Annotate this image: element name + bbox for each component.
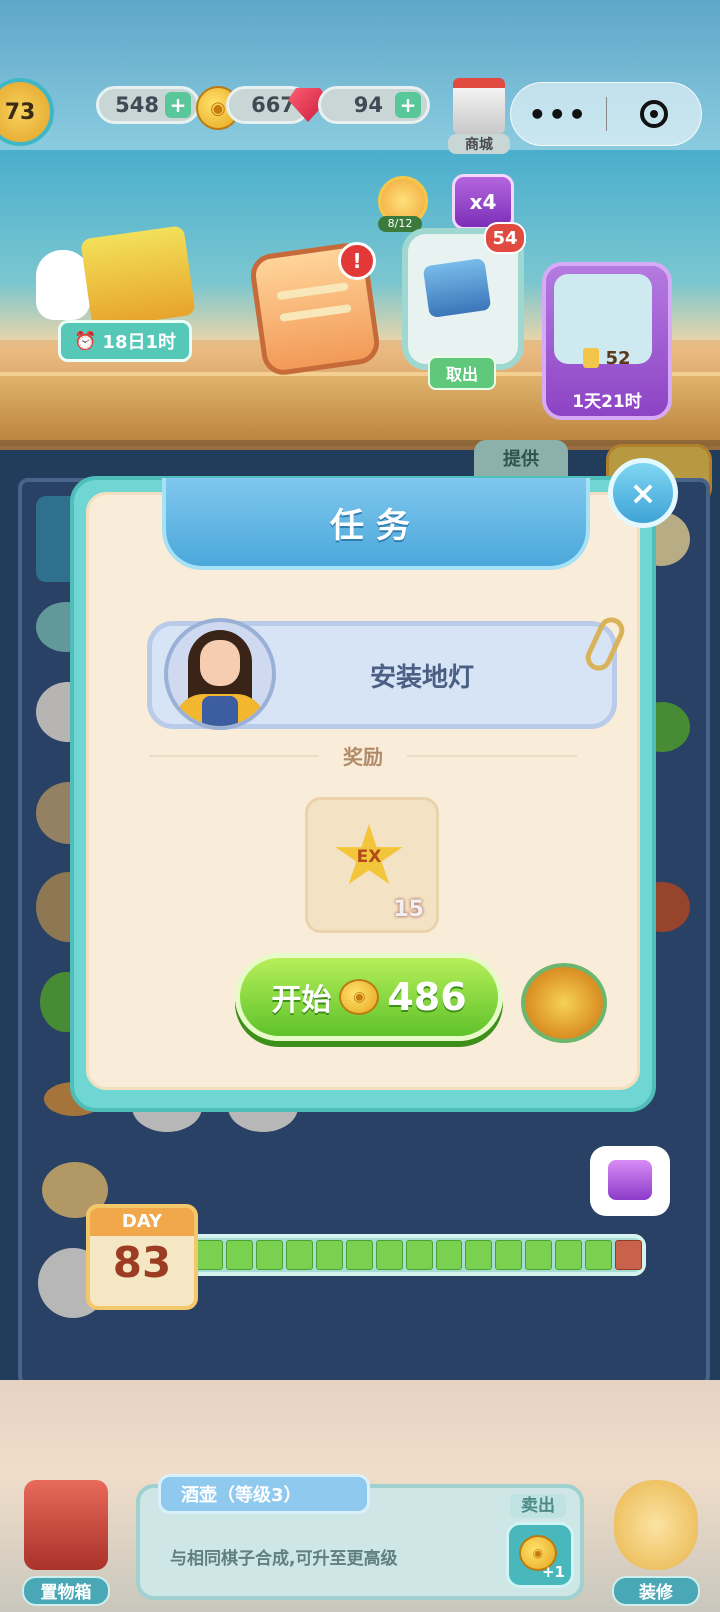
progress-segment bbox=[555, 1240, 583, 1270]
clipboard-line bbox=[276, 282, 349, 301]
progress-segment bbox=[585, 1240, 613, 1270]
clock-icon: ⏰ bbox=[74, 330, 97, 352]
gift-chest-icon bbox=[608, 1160, 652, 1200]
storage-label: 置物箱 bbox=[22, 1576, 110, 1606]
gift-timer[interactable]: ⏰ 18日1时 bbox=[58, 320, 192, 362]
shop-button[interactable]: 商城 bbox=[448, 78, 510, 154]
reward-item: EX 15 bbox=[305, 797, 439, 933]
player-level: 73 bbox=[4, 99, 36, 125]
progress-segment bbox=[495, 1240, 523, 1270]
start-button[interactable]: 开始 ◉ 486 bbox=[235, 953, 503, 1041]
character-avatar bbox=[164, 618, 276, 730]
exp-star-icon: EX bbox=[335, 824, 403, 885]
day-number: 83 bbox=[112, 1238, 172, 1287]
modal-title-banner: 任务 bbox=[162, 478, 590, 570]
day-calendar: DAY 83 bbox=[86, 1204, 198, 1310]
add-gems-button[interactable]: + bbox=[395, 92, 421, 118]
selected-item-description: 与相同棋子合成,可升至更高级 bbox=[170, 1549, 398, 1569]
gift-timer-text: 18日1时 bbox=[102, 332, 176, 353]
progress-segment bbox=[435, 1240, 463, 1270]
clipboard-line bbox=[279, 303, 352, 322]
task-row: 安装地灯 bbox=[147, 613, 629, 730]
task-modal: 安装地灯 奖励 EX 15 开始 ◉ 486 任务 bbox=[70, 476, 656, 1112]
progress-segment bbox=[375, 1240, 403, 1270]
coin-icon: ◉ bbox=[339, 979, 380, 1015]
reward-quantity: 15 bbox=[393, 897, 424, 922]
modal-title: 任务 bbox=[330, 505, 422, 546]
alert-badge: ! bbox=[338, 242, 376, 280]
day-label: DAY bbox=[90, 1208, 194, 1236]
reward-label: 奖励 bbox=[89, 741, 637, 770]
progress-segment bbox=[615, 1240, 643, 1270]
task-name: 安装地灯 bbox=[369, 662, 474, 693]
day-progress-bar bbox=[186, 1234, 646, 1276]
energy-value: 548 bbox=[115, 93, 159, 117]
event-card[interactable]: 52 1天21时 bbox=[542, 262, 672, 420]
avatar-apron bbox=[202, 696, 238, 726]
event-tickets: 52 bbox=[558, 346, 656, 370]
progress-segment bbox=[465, 1240, 493, 1270]
take-out-button[interactable]: 取出 bbox=[428, 356, 496, 390]
progress-segment bbox=[255, 1240, 283, 1270]
modal-body: 安装地灯 奖励 EX 15 开始 ◉ 486 bbox=[86, 492, 640, 1090]
sell-label: 卖出 bbox=[510, 1494, 566, 1518]
sell-button[interactable]: ◉ +1 bbox=[506, 1522, 574, 1588]
add-energy-button[interactable]: + bbox=[165, 92, 191, 118]
progress-segment bbox=[196, 1240, 223, 1270]
start-cost: 486 bbox=[387, 975, 467, 1019]
storage-box-icon bbox=[24, 1480, 108, 1570]
storage-button[interactable]: 置物箱 bbox=[14, 1480, 118, 1606]
chest-reward-bubble[interactable] bbox=[590, 1146, 670, 1216]
gem-counter[interactable]: 94 + bbox=[318, 86, 430, 124]
decorate-icon bbox=[614, 1480, 698, 1570]
decorate-button[interactable]: 装修 bbox=[604, 1480, 708, 1606]
progress-segment bbox=[285, 1240, 313, 1270]
gift-box-icon[interactable] bbox=[80, 225, 196, 329]
energy-counter[interactable]: 548 + bbox=[96, 86, 200, 124]
more-menu-button[interactable]: ••• bbox=[511, 98, 606, 131]
chest-count-badge: 54 bbox=[484, 222, 526, 254]
close-modal-button[interactable]: × bbox=[608, 458, 678, 528]
progress-segment bbox=[225, 1240, 253, 1270]
close-miniprogram-button[interactable] bbox=[607, 100, 702, 128]
selected-item-title: 酒壶（等级3） bbox=[158, 1474, 370, 1514]
start-label: 开始 bbox=[271, 983, 332, 1018]
gem-value: 94 bbox=[353, 93, 383, 117]
event-timer: 1天21时 bbox=[572, 392, 642, 412]
reward-label-text: 奖励 bbox=[343, 745, 383, 769]
decorate-label: 装修 bbox=[612, 1576, 700, 1606]
target-icon bbox=[639, 100, 668, 128]
chest-icon bbox=[422, 257, 492, 319]
progress-segment bbox=[405, 1240, 433, 1270]
miniprogram-capsule: ••• bbox=[510, 82, 702, 146]
event-ticket-count: 52 bbox=[605, 347, 631, 369]
bunny-icon bbox=[36, 250, 90, 320]
progress-segment bbox=[315, 1240, 343, 1270]
progress-segment bbox=[525, 1240, 553, 1270]
shop-icon bbox=[453, 78, 505, 134]
ticket-icon bbox=[583, 348, 600, 368]
shop-label: 商城 bbox=[448, 134, 510, 154]
sell-value: +1 bbox=[541, 1563, 565, 1581]
progress-segment bbox=[345, 1240, 373, 1270]
pot-icon bbox=[521, 963, 607, 1043]
avatar-face bbox=[200, 640, 240, 686]
